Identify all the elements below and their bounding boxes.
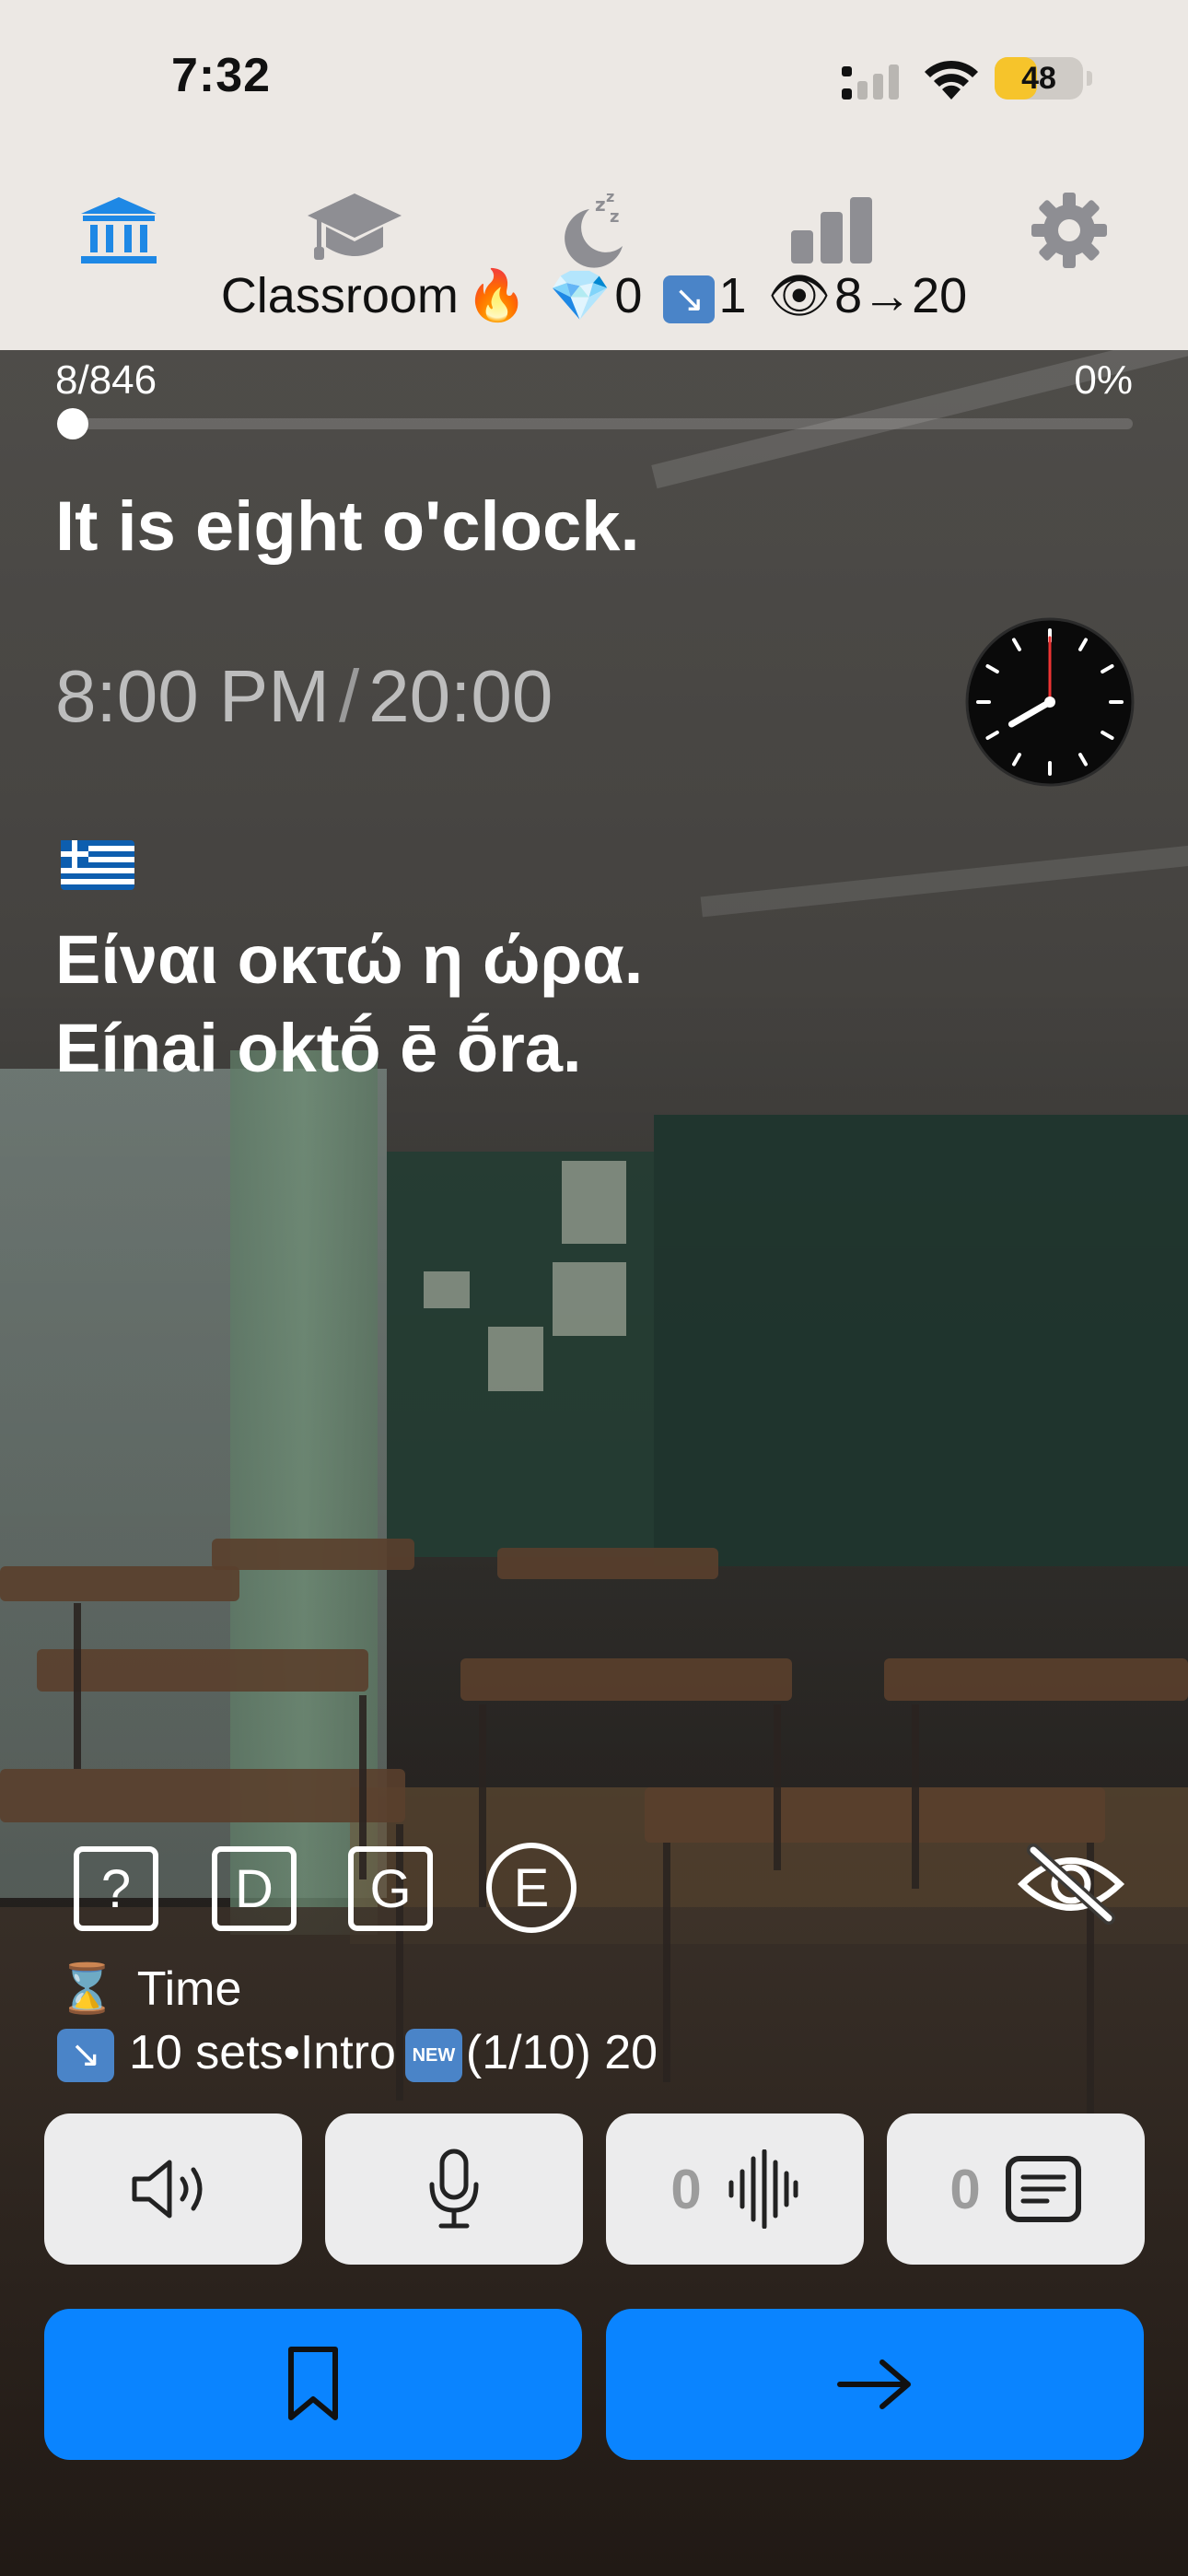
svg-text:z: z — [595, 193, 606, 216]
new-text: (1/10) 20 — [465, 2026, 658, 2079]
review-icon: ↘ — [663, 275, 716, 323]
battery-indicator: 48 — [995, 57, 1092, 100]
question-icon: ? — [74, 1846, 158, 1931]
status-time: 7:32 — [171, 49, 272, 102]
progress-count: 8/846 — [55, 357, 157, 403]
waveform-icon — [728, 2149, 798, 2229]
topic-label: Time — [136, 1962, 242, 2016]
time-separator: / — [338, 655, 360, 737]
bank-icon[interactable] — [68, 184, 169, 276]
text-count: 0 — [949, 2158, 981, 2220]
lesson-card: 8/846 0% It is eight o'clock. 8:00 PM/20… — [0, 350, 1188, 2576]
help-button[interactable]: ? — [74, 1846, 158, 1931]
page-title: Classroom — [220, 268, 459, 323]
cellular-signal-icon — [842, 64, 899, 100]
sets-line: ↘ 10 sets•Intro NEW (1/10) 20 — [57, 2025, 658, 2083]
english-sentence: It is eight o'clock. — [55, 487, 640, 566]
text-button[interactable]: 0 — [887, 2113, 1145, 2265]
review-count: 1 — [718, 268, 747, 323]
top-navigation: z z z Classroom 🔥 💎0 ↘ 1 👁8→20 — [0, 166, 1188, 350]
gem-count: 0 — [614, 268, 643, 323]
arrow-right-icon — [837, 2359, 911, 2409]
document-text-icon — [1005, 2156, 1081, 2222]
wifi-icon — [925, 60, 978, 100]
battery-level: 48 — [1021, 61, 1056, 96]
waveform-count: 0 — [670, 2158, 702, 2220]
next-button[interactable] — [606, 2309, 1144, 2460]
sleep-icon[interactable]: z z z — [543, 184, 645, 276]
g-label: G — [348, 1846, 433, 1931]
sets-text: 10 sets•Intro — [129, 2026, 396, 2079]
bookmark-icon — [288, 2347, 338, 2420]
g-button[interactable]: G — [348, 1846, 433, 1931]
new-badge-icon: NEW — [404, 2029, 462, 2083]
transliteration: Eínai oktṓ ē ṓra. — [55, 1010, 582, 1086]
topic-line: ⌛ Time — [57, 1961, 241, 2017]
greece-flag-icon — [61, 840, 134, 890]
progress-knob[interactable] — [57, 408, 89, 439]
sets-icon: ↘ — [57, 2029, 114, 2083]
svg-text:z: z — [610, 207, 619, 227]
hourglass-icon: ⌛ — [57, 1962, 117, 2016]
d-label: D — [212, 1846, 297, 1931]
gem-icon: 💎 — [549, 268, 611, 323]
clock-icon — [965, 617, 1135, 787]
bar-chart-icon[interactable] — [781, 184, 882, 276]
time-12h: 8:00 PM — [55, 655, 330, 737]
microphone-icon — [429, 2149, 479, 2229]
hide-eye-icon[interactable] — [1017, 1843, 1125, 1926]
e-button[interactable]: E — [486, 1843, 577, 1933]
progress-slider[interactable] — [57, 408, 1133, 439]
microphone-button[interactable] — [325, 2113, 583, 2265]
greek-sentence: Είναι οκτώ η ώρα. — [55, 921, 644, 998]
status-bar: 7:32 48 — [0, 0, 1188, 166]
speaker-icon — [132, 2160, 203, 2219]
translation-block: Είναι οκτώ η ώρα. Eínai oktṓ ē ṓra. — [55, 916, 643, 1093]
speaker-button[interactable] — [44, 2113, 302, 2265]
svg-text:z: z — [606, 189, 614, 205]
gear-icon[interactable] — [1019, 184, 1120, 276]
time-display: 8:00 PM/20:00 — [55, 654, 553, 739]
fire-icon: 🔥 — [465, 268, 529, 323]
seen-progress: 8→20 — [834, 268, 968, 323]
d-button[interactable]: D — [212, 1846, 297, 1931]
graduation-cap-icon[interactable] — [304, 184, 405, 276]
bookmark-button[interactable] — [44, 2309, 582, 2460]
e-label: E — [486, 1843, 577, 1933]
progress-percent: 0% — [1074, 357, 1133, 403]
nav-title-row: Classroom 🔥 💎0 ↘ 1 👁8→20 — [0, 267, 1188, 325]
time-24h: 20:00 — [368, 655, 553, 737]
eye-icon: 👁 — [767, 268, 832, 323]
waveform-button[interactable]: 0 — [606, 2113, 864, 2265]
